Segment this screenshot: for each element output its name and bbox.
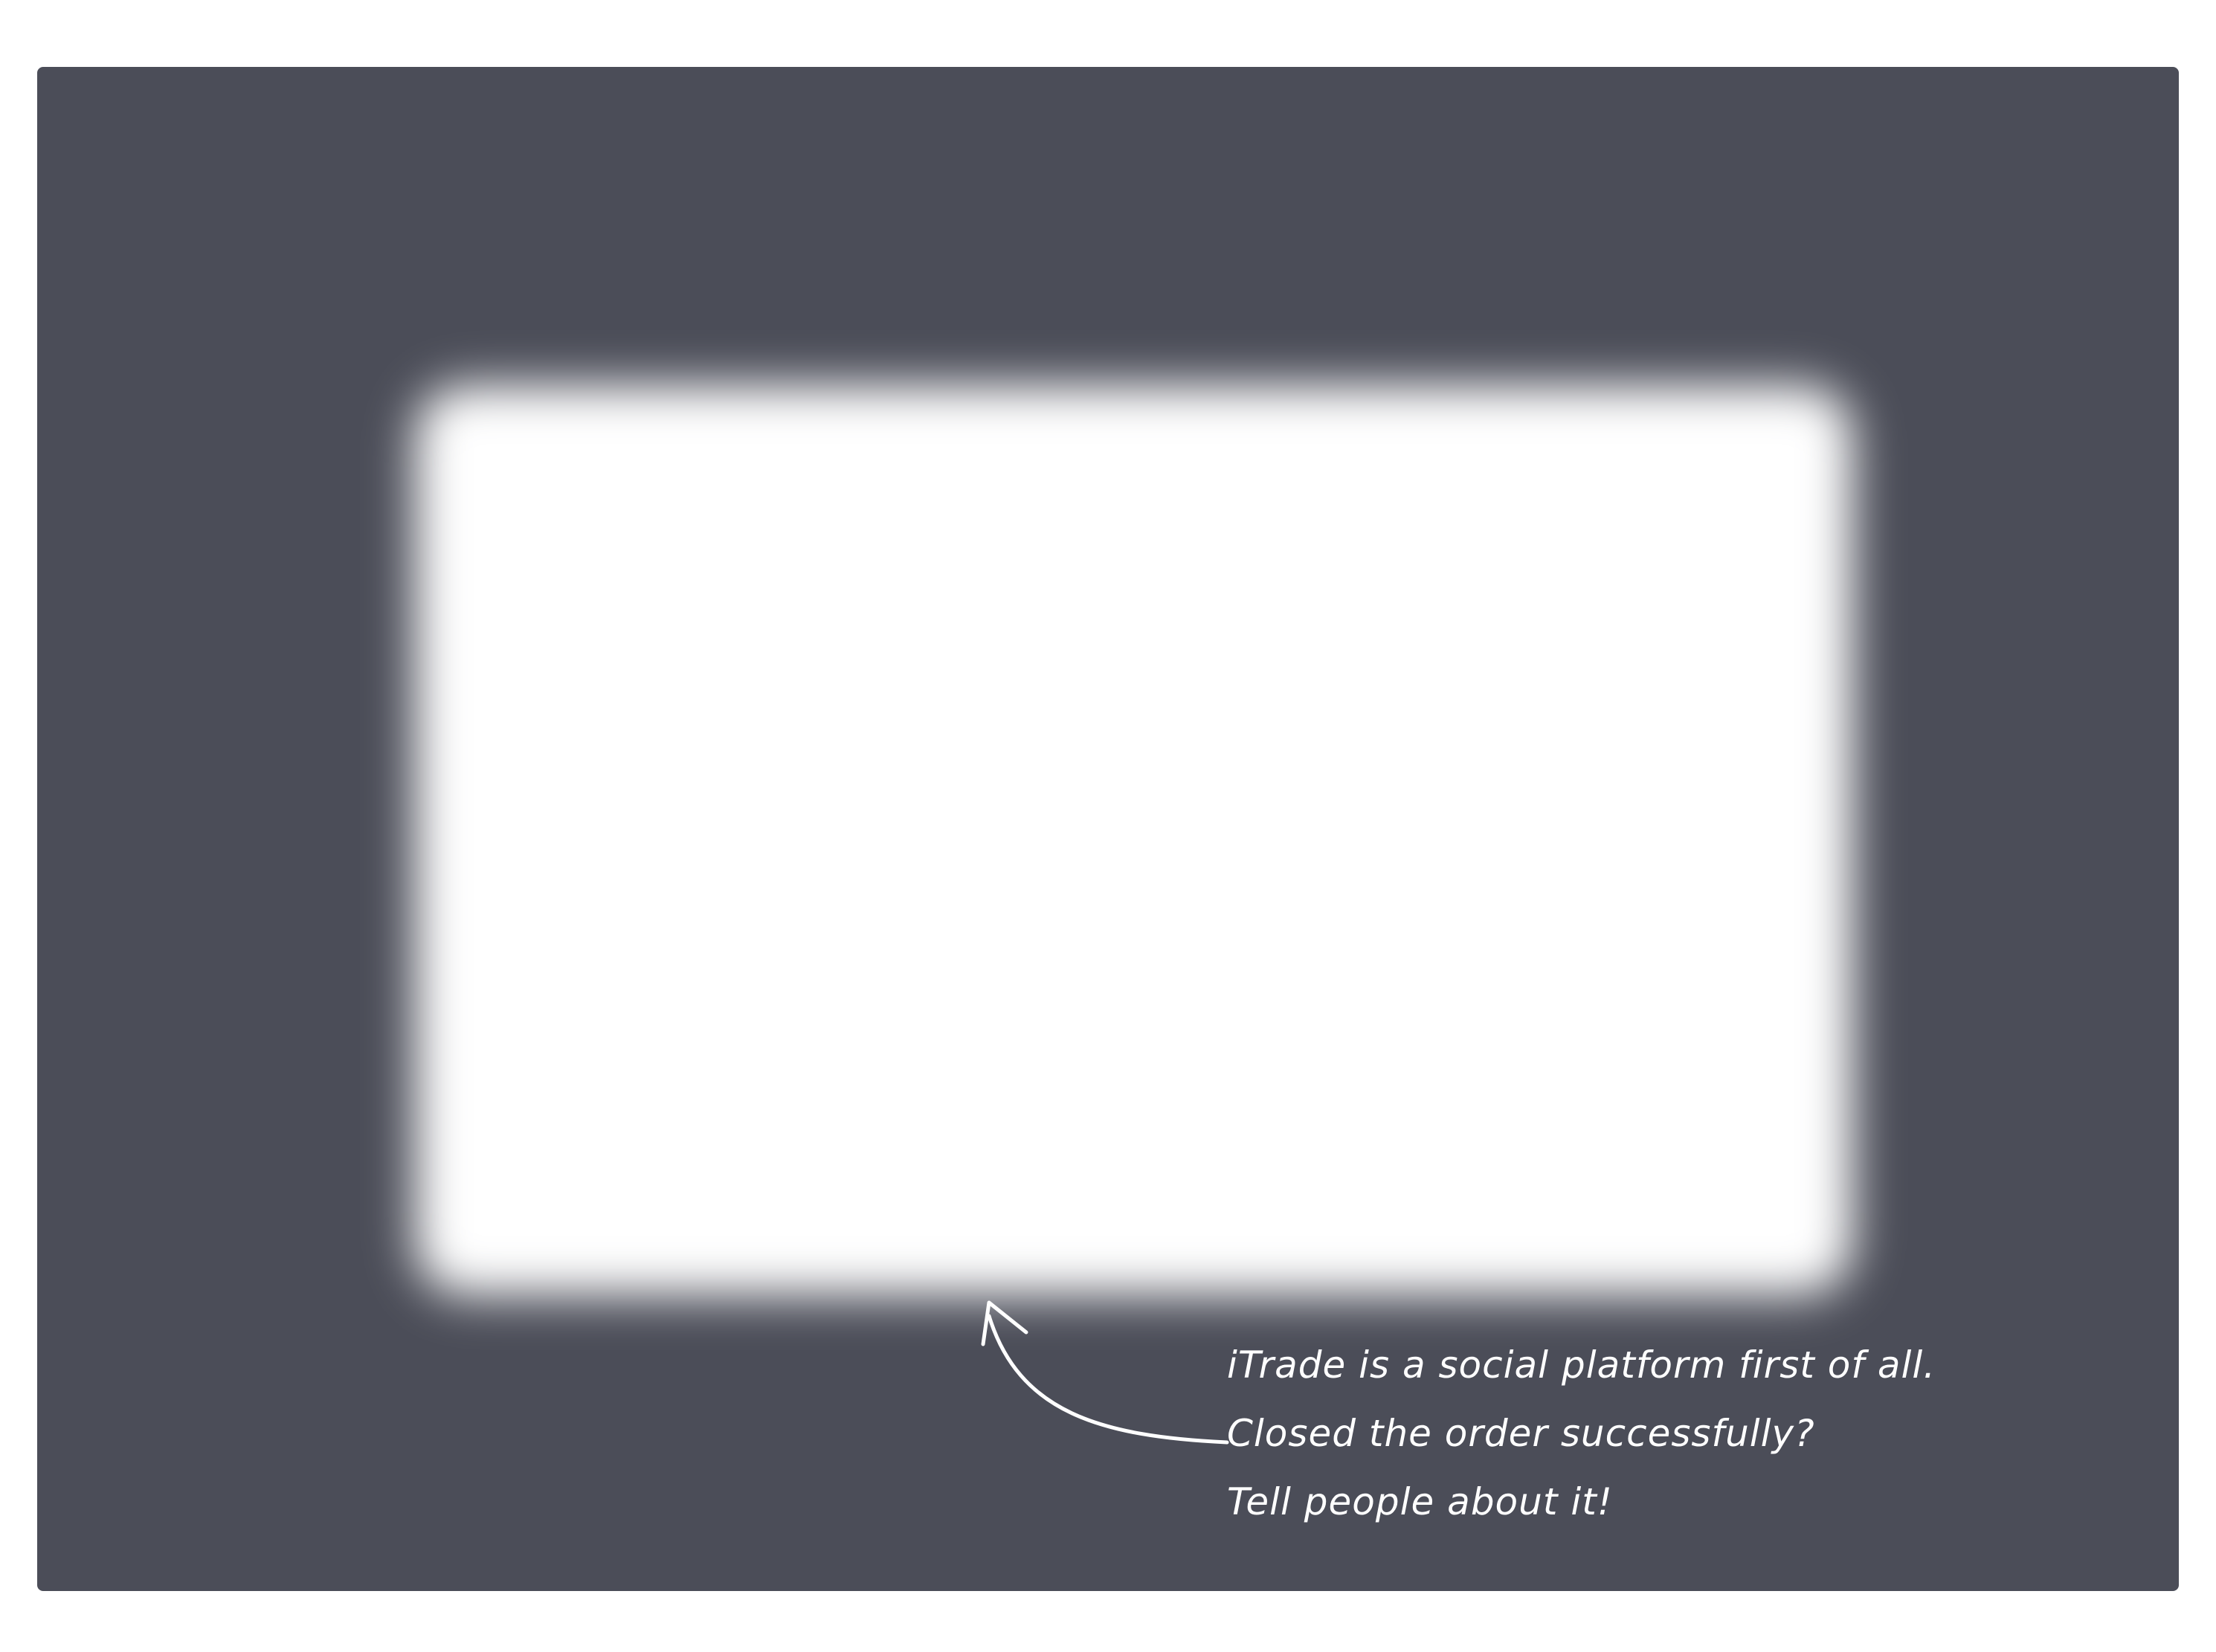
annotation-text: iTrade is a social platform first of all…	[1227, 1331, 1936, 1536]
annotation-line: Tell people about it!	[1227, 1480, 1613, 1523]
annotation-line: Closed the order successfully?	[1227, 1412, 1815, 1455]
annotation-line: iTrade is a social platform first of all…	[1227, 1343, 1936, 1387]
curved-arrow-icon	[981, 1300, 1229, 1445]
blurred-screenshot-placeholder	[424, 394, 1844, 1286]
presentation-panel: iTrade is a social platform first of all…	[37, 67, 2179, 1591]
